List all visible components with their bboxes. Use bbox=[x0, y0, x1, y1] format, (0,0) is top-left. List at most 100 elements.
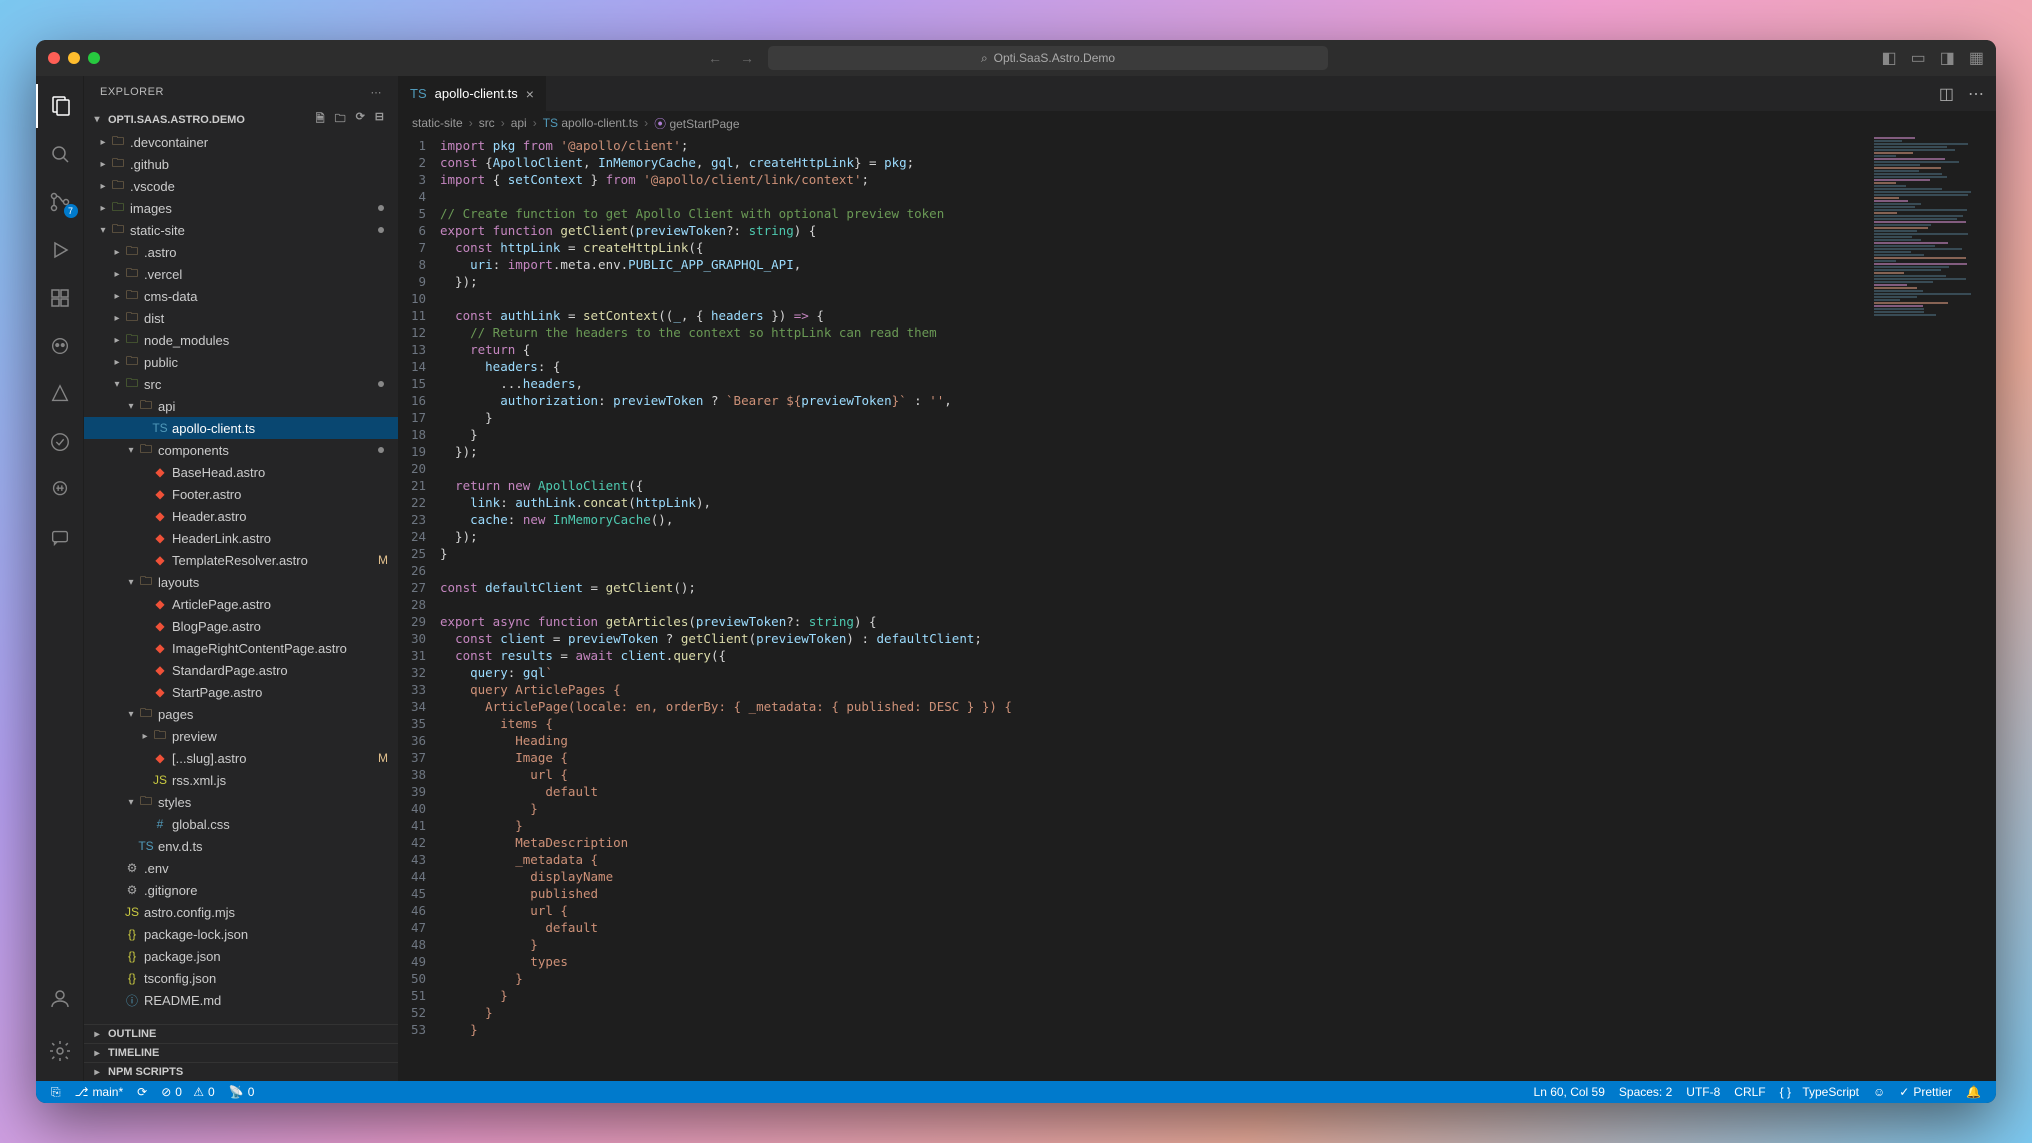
copilot-ext-icon[interactable] bbox=[36, 324, 84, 368]
prettier-status[interactable]: ✓Prettier bbox=[1892, 1085, 1959, 1099]
tree-item[interactable]: JSrss.xml.js bbox=[84, 769, 398, 791]
ports[interactable]: 📡0 bbox=[222, 1085, 262, 1099]
source-control-icon[interactable]: 7 bbox=[36, 180, 84, 224]
settings-gear-icon[interactable] bbox=[36, 1029, 84, 1073]
tree-item[interactable]: ⚙.gitignore bbox=[84, 879, 398, 901]
new-folder-icon[interactable]: 🗀 bbox=[335, 110, 346, 129]
extensions-icon[interactable] bbox=[36, 276, 84, 320]
tree-item[interactable]: ◆Header.astro bbox=[84, 505, 398, 527]
nav-back-icon[interactable]: ← bbox=[704, 50, 726, 66]
explorer-icon[interactable] bbox=[36, 84, 84, 128]
minimize-window[interactable] bbox=[68, 52, 80, 64]
remote-indicator[interactable]: ⎘ bbox=[44, 1085, 68, 1100]
collapse-all-icon[interactable]: ⊟ bbox=[375, 110, 384, 129]
breadcrumb-item[interactable]: src bbox=[479, 116, 495, 130]
sync-icon[interactable]: ⟳ bbox=[130, 1085, 154, 1099]
new-file-icon[interactable]: 🗎 bbox=[316, 110, 325, 129]
chat-icon[interactable] bbox=[36, 516, 84, 560]
customize-layout-icon[interactable]: ▦ bbox=[1969, 48, 1984, 68]
file-tree[interactable]: ▸🗀.devcontainer▸🗀.github▸🗀.vscode▸🗀image… bbox=[84, 131, 398, 1024]
tree-item[interactable]: ▸🗀public bbox=[84, 351, 398, 373]
tree-item[interactable]: ▾🗀api bbox=[84, 395, 398, 417]
command-center[interactable]: ⌕ Opti.SaaS.Astro.Demo bbox=[768, 46, 1328, 70]
toggle-panel-icon[interactable]: ▭ bbox=[1911, 48, 1926, 68]
tab-close-icon[interactable]: × bbox=[526, 86, 534, 102]
tree-item[interactable]: #global.css bbox=[84, 813, 398, 835]
tree-item[interactable]: ▸🗀.astro bbox=[84, 241, 398, 263]
toggle-primary-sidebar-icon[interactable]: ◧ bbox=[1882, 48, 1897, 68]
breadcrumb-item[interactable]: ⦿ getStartPage bbox=[654, 115, 739, 132]
cursor-position[interactable]: Ln 60, Col 59 bbox=[1527, 1085, 1612, 1099]
breadcrumb-item[interactable]: TS apollo-client.ts bbox=[543, 116, 638, 130]
code-content[interactable]: import pkg from '@apollo/client';const {… bbox=[440, 135, 1996, 1081]
close-window[interactable] bbox=[48, 52, 60, 64]
tree-item[interactable]: ▸🗀node_modules bbox=[84, 329, 398, 351]
accounts-icon[interactable] bbox=[36, 977, 84, 1021]
tree-item[interactable]: ▸🗀dist bbox=[84, 307, 398, 329]
problems[interactable]: ⊘0 ⚠0 bbox=[154, 1085, 222, 1099]
tree-item[interactable]: ▾🗀layouts bbox=[84, 571, 398, 593]
explorer-more-icon[interactable]: ⋯ bbox=[371, 86, 383, 99]
tree-item[interactable]: TSapollo-client.ts bbox=[84, 417, 398, 439]
tree-item[interactable]: ◆StartPage.astro bbox=[84, 681, 398, 703]
tree-item[interactable]: ⚙.env bbox=[84, 857, 398, 879]
tree-item[interactable]: ◆[...slug].astroM bbox=[84, 747, 398, 769]
outline-section[interactable]: ▸OUTLINE bbox=[84, 1024, 398, 1043]
nav-forward-icon[interactable]: → bbox=[736, 50, 758, 66]
azure-icon[interactable] bbox=[36, 372, 84, 416]
search-icon: ⌕ bbox=[981, 51, 988, 66]
tree-item[interactable]: ⓘREADME.md bbox=[84, 989, 398, 1011]
timeline-section[interactable]: ▸TIMELINE bbox=[84, 1043, 398, 1062]
tree-item[interactable]: ▸🗀.github bbox=[84, 153, 398, 175]
tree-item[interactable]: ◆Footer.astro bbox=[84, 483, 398, 505]
copilot-status-icon[interactable]: ☺ bbox=[1866, 1085, 1892, 1099]
tree-item[interactable]: ▸🗀images bbox=[84, 197, 398, 219]
breadcrumb-item[interactable]: static-site bbox=[412, 116, 463, 130]
search-icon[interactable] bbox=[36, 132, 84, 176]
tree-item[interactable]: ▾🗀pages bbox=[84, 703, 398, 725]
split-editor-icon[interactable]: ◫ bbox=[1939, 84, 1954, 104]
tree-item[interactable]: ▾🗀src bbox=[84, 373, 398, 395]
tab-apollo-client[interactable]: TS apollo-client.ts × bbox=[398, 76, 547, 111]
run-debug-icon[interactable] bbox=[36, 228, 84, 272]
tree-item[interactable]: {}tsconfig.json bbox=[84, 967, 398, 989]
eol[interactable]: CRLF bbox=[1727, 1085, 1772, 1099]
git-branch[interactable]: ⎇main* bbox=[68, 1085, 131, 1099]
notifications-icon[interactable]: 🔔 bbox=[1959, 1085, 1988, 1099]
tree-item[interactable]: ◆HeaderLink.astro bbox=[84, 527, 398, 549]
code-editor[interactable]: 1234567891011121314151617181920212223242… bbox=[398, 135, 1996, 1081]
tree-item[interactable]: {}package.json bbox=[84, 945, 398, 967]
tree-item[interactable]: ◆TemplateResolver.astroM bbox=[84, 549, 398, 571]
project-header[interactable]: ▾ OPTI.SAAS.ASTRO.DEMO 🗎 🗀 ⟳ ⊟ bbox=[84, 108, 398, 131]
tree-item[interactable]: ◆BaseHead.astro bbox=[84, 461, 398, 483]
language-mode[interactable]: { } TypeScript bbox=[1773, 1085, 1866, 1099]
tree-item[interactable]: ▾🗀styles bbox=[84, 791, 398, 813]
breadcrumb-item[interactable]: api bbox=[511, 116, 527, 130]
tree-item[interactable]: ▾🗀static-site bbox=[84, 219, 398, 241]
remote-ext-icon[interactable] bbox=[36, 468, 84, 512]
activity-bar: 7 bbox=[36, 76, 84, 1081]
tree-item[interactable]: JSastro.config.mjs bbox=[84, 901, 398, 923]
tree-item[interactable]: ▸🗀.vscode bbox=[84, 175, 398, 197]
tree-item[interactable]: ▸🗀.devcontainer bbox=[84, 131, 398, 153]
tree-item[interactable]: ▾🗀components bbox=[84, 439, 398, 461]
tree-item[interactable]: ◆BlogPage.astro bbox=[84, 615, 398, 637]
tree-item[interactable]: ◆ImageRightContentPage.astro bbox=[84, 637, 398, 659]
tree-item[interactable]: ▸🗀preview bbox=[84, 725, 398, 747]
tree-item[interactable]: TSenv.d.ts bbox=[84, 835, 398, 857]
toggle-secondary-sidebar-icon[interactable]: ◨ bbox=[1940, 48, 1955, 68]
tab-more-icon[interactable]: ⋯ bbox=[1968, 84, 1984, 104]
test-icon[interactable] bbox=[36, 420, 84, 464]
tree-item[interactable]: ◆StandardPage.astro bbox=[84, 659, 398, 681]
refresh-icon[interactable]: ⟳ bbox=[356, 110, 365, 129]
tree-item[interactable]: ▸🗀cms-data bbox=[84, 285, 398, 307]
tree-item[interactable]: ◆ArticlePage.astro bbox=[84, 593, 398, 615]
breadcrumbs[interactable]: static-site›src›api›TS apollo-client.ts›… bbox=[398, 111, 1996, 135]
tree-item[interactable]: {}package-lock.json bbox=[84, 923, 398, 945]
minimap[interactable] bbox=[1874, 136, 1984, 336]
tree-item[interactable]: ▸🗀.vercel bbox=[84, 263, 398, 285]
npm-scripts-section[interactable]: ▸NPM SCRIPTS bbox=[84, 1062, 398, 1081]
encoding[interactable]: UTF-8 bbox=[1679, 1085, 1727, 1099]
maximize-window[interactable] bbox=[88, 52, 100, 64]
indentation[interactable]: Spaces: 2 bbox=[1612, 1085, 1679, 1099]
